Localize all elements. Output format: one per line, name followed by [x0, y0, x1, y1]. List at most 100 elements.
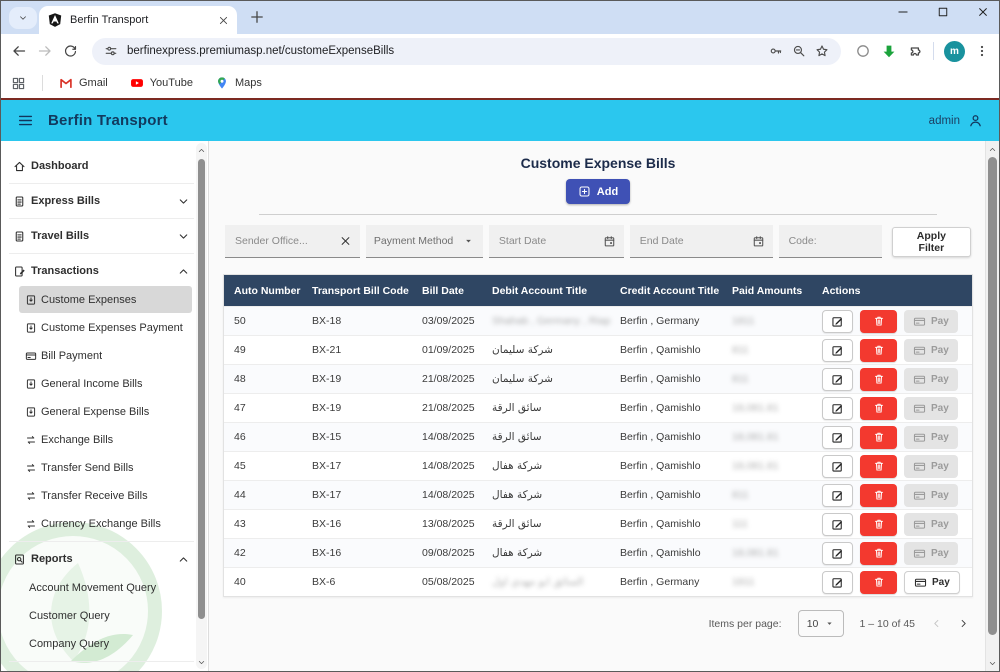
next-page-icon[interactable] [958, 618, 969, 629]
sidebar-subitem-transfer-send-bills[interactable]: Transfer Send Bills [19, 454, 192, 481]
edit-button[interactable] [822, 483, 853, 507]
calendar-icon[interactable] [752, 235, 765, 248]
start-date-input[interactable] [496, 234, 599, 248]
minimize-icon[interactable] [897, 6, 909, 18]
page-scrollbar-thumb[interactable] [988, 157, 997, 635]
forward-icon[interactable] [37, 43, 53, 59]
sidebar-subitem-currency-exchange-bills[interactable]: Currency Exchange Bills [19, 510, 192, 537]
site-settings-icon[interactable] [104, 44, 118, 58]
pay-button[interactable]: Pay [904, 483, 958, 507]
maximize-icon[interactable] [937, 6, 949, 18]
edit-button[interactable] [822, 309, 853, 333]
sidebar-item-reports[interactable]: Reports [9, 545, 194, 573]
sidebar-subitem-exchange-bills[interactable]: Exchange Bills [19, 426, 192, 453]
delete-button[interactable] [860, 309, 897, 333]
scroll-up-icon[interactable] [988, 145, 997, 154]
bookmark-maps[interactable]: Maps [215, 76, 262, 90]
end-date-input[interactable] [637, 234, 748, 248]
bookmark-gmail[interactable]: Gmail [59, 76, 108, 90]
sidebar-subitem-custome-expenses-payment[interactable]: Custome Expenses Payment [19, 314, 192, 341]
edit-button[interactable] [822, 396, 853, 420]
pay-button[interactable]: Pay [904, 570, 960, 594]
code-field[interactable] [778, 225, 882, 258]
sidebar-item-express-bills[interactable]: Express Bills [9, 187, 194, 215]
download-icon[interactable] [881, 43, 897, 59]
edit-button[interactable] [822, 454, 853, 478]
sidebar-subitem-bill-payment[interactable]: Bill Payment [19, 342, 192, 369]
delete-button[interactable] [860, 512, 897, 536]
delete-button[interactable] [860, 483, 897, 507]
delete-button[interactable] [860, 367, 897, 391]
start-date-field[interactable] [488, 225, 624, 258]
extensions-icon[interactable] [907, 43, 923, 59]
pay-button[interactable]: Pay [904, 367, 958, 391]
pay-button[interactable]: Pay [904, 425, 958, 449]
tab-search-button[interactable] [9, 7, 37, 29]
browser-menu-icon[interactable] [975, 44, 989, 58]
bookmark-star-icon[interactable] [815, 44, 829, 58]
reload-icon[interactable] [63, 44, 78, 59]
zoom-icon[interactable] [792, 44, 806, 58]
edit-button[interactable] [822, 367, 853, 391]
sidebar-subitem-account-movement-query[interactable]: Account Movement Query [23, 574, 192, 601]
pay-button[interactable]: Pay [904, 454, 958, 478]
delete-button[interactable] [860, 454, 897, 478]
new-tab-button[interactable] [249, 9, 265, 25]
sidebar-item-dashboard[interactable]: Dashboard [9, 152, 194, 180]
bookmark-youtube[interactable]: YouTube [130, 76, 193, 90]
back-icon[interactable] [11, 43, 27, 59]
sidebar-subitem-general-income-bills[interactable]: General Income Bills [19, 370, 192, 397]
previous-page-icon[interactable] [931, 618, 942, 629]
add-button[interactable]: Add [565, 179, 631, 204]
tab-close-icon[interactable] [218, 15, 229, 26]
sidebar-scrollbar[interactable] [196, 143, 207, 669]
apply-filter-button[interactable]: Apply Filter [891, 226, 971, 257]
edit-button[interactable] [822, 570, 853, 594]
scroll-down-icon[interactable] [197, 658, 206, 667]
pay-button[interactable]: Pay [904, 541, 958, 565]
sidebar-item-travel-bills[interactable]: Travel Bills [9, 222, 194, 250]
pay-button[interactable]: Pay [904, 309, 958, 333]
browser-tab[interactable]: Berfin Transport [39, 6, 237, 34]
window-close-icon[interactable] [977, 6, 989, 18]
edit-button[interactable] [822, 425, 853, 449]
address-bar[interactable]: berfinexpress.premiumasp.net/customeExpe… [92, 37, 841, 65]
apps-grid-icon[interactable] [11, 76, 26, 91]
edit-button[interactable] [822, 338, 853, 362]
edit-button[interactable] [822, 541, 853, 565]
page-scrollbar[interactable] [985, 141, 999, 671]
extension-badge-icon[interactable] [855, 43, 871, 59]
hamburger-menu-icon[interactable] [17, 112, 34, 129]
payment-method-select[interactable]: Payment Method [365, 225, 483, 258]
sender-office-field[interactable] [225, 225, 360, 258]
code-input[interactable] [786, 234, 874, 248]
delete-button[interactable] [860, 396, 897, 420]
pay-button-label: Pay [931, 518, 949, 530]
scroll-down-icon[interactable] [988, 659, 997, 668]
sidebar-subitem-transfer-receive-bills[interactable]: Transfer Receive Bills [19, 482, 192, 509]
sidebar-subitem-general-expense-bills[interactable]: General Expense Bills [19, 398, 192, 425]
sidebar-item-management[interactable]: Management [9, 665, 194, 671]
page-size-select[interactable]: 10 [797, 610, 844, 637]
delete-button[interactable] [860, 338, 897, 362]
pay-button[interactable]: Pay [904, 338, 958, 362]
clear-icon[interactable] [339, 235, 352, 247]
end-date-field[interactable] [629, 225, 773, 258]
sidebar-subitem-customer-query[interactable]: Customer Query [23, 602, 192, 629]
edit-button[interactable] [822, 512, 853, 536]
delete-button[interactable] [860, 541, 897, 565]
sidebar-item-transactions[interactable]: Transactions [9, 257, 194, 285]
sender-office-input[interactable] [233, 234, 335, 248]
user-menu[interactable]: admin [929, 113, 983, 128]
delete-button[interactable] [860, 570, 897, 594]
password-key-icon[interactable] [769, 44, 783, 58]
pay-button[interactable]: Pay [904, 396, 958, 420]
sidebar-subitem-custome-expenses[interactable]: Custome Expenses [19, 286, 192, 313]
calendar-icon[interactable] [603, 235, 616, 248]
delete-button[interactable] [860, 425, 897, 449]
sidebar-subitem-company-query[interactable]: Company Query [23, 630, 192, 657]
pay-button[interactable]: Pay [904, 512, 958, 536]
sidebar-scrollbar-thumb[interactable] [198, 159, 205, 619]
profile-avatar[interactable]: m [944, 40, 965, 62]
scroll-up-icon[interactable] [197, 146, 206, 155]
